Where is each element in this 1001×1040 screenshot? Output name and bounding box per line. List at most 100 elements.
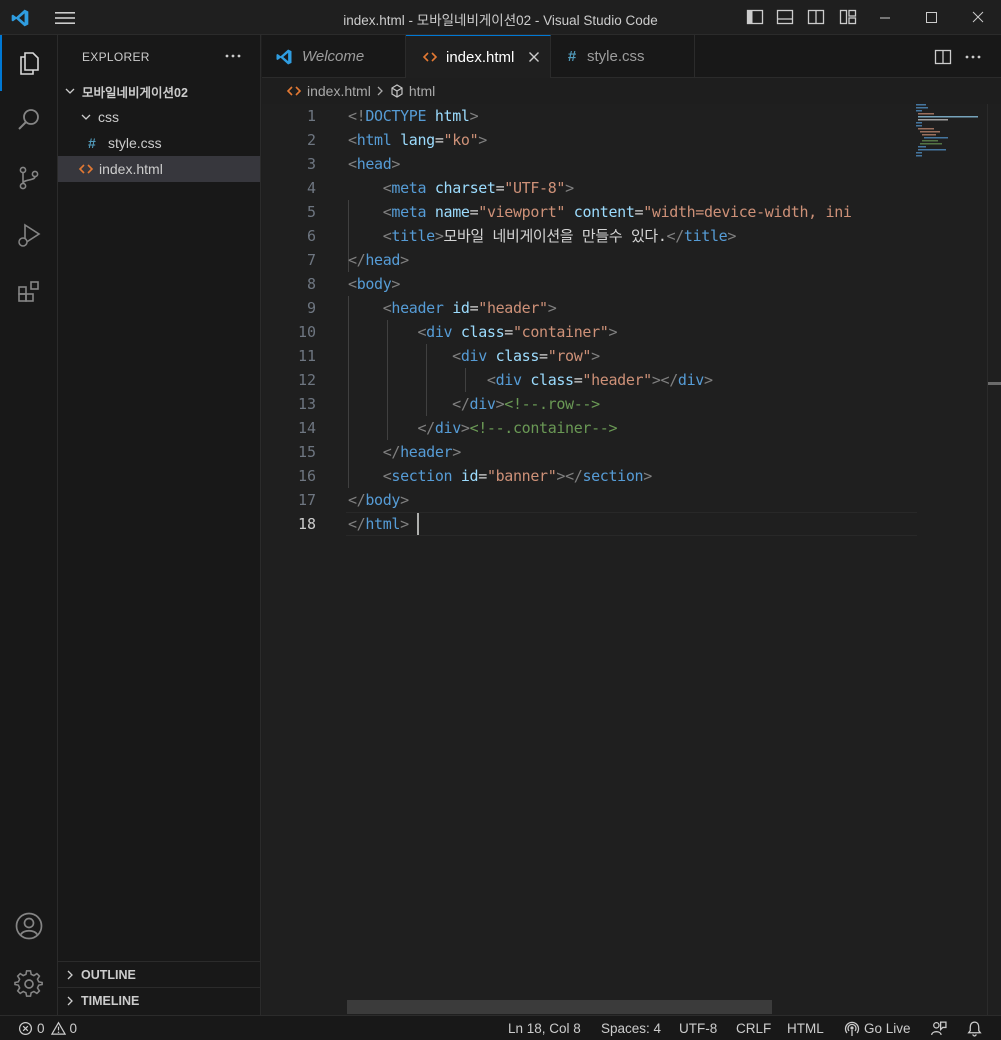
code-line[interactable]: <body> [348,272,916,296]
minimap[interactable] [916,104,986,164]
line-number: 16 [297,467,316,485]
folder-css[interactable]: css [58,104,260,130]
activity-run-debug[interactable] [0,207,58,263]
broadcast-icon [844,1021,860,1036]
close-window-icon[interactable] [955,0,1001,35]
folder-css-label: css [98,109,119,125]
tab-index-html[interactable]: index.html [406,35,551,78]
code-token: head [365,251,401,269]
more-actions-icon[interactable] [963,47,983,67]
html-icon [78,164,94,174]
close-tab-icon[interactable] [526,49,542,65]
file-style-css[interactable]: # style.css [58,130,260,156]
source-control-icon [19,166,39,190]
split-editor-icon[interactable] [933,47,953,67]
code-token: = [469,299,479,317]
activity-source-control[interactable] [0,150,58,206]
code-token: "container" [512,323,609,341]
toggle-secondary-sidebar-icon[interactable] [806,7,826,27]
timeline-section[interactable]: TIMELINE [58,987,260,1013]
code-line[interactable]: </body> [348,488,916,512]
horizontal-scrollbar[interactable] [347,1000,772,1014]
notifications-bell-icon[interactable] [966,1020,983,1037]
maximize-icon[interactable] [908,0,954,35]
code-line[interactable]: <div class="container"> [348,320,916,344]
code-token: </ [382,443,401,461]
outline-section[interactable]: OUTLINE [58,961,260,987]
indentation[interactable]: Spaces: 4 [601,1020,661,1037]
tab-style-css[interactable]: # style.css [551,35,695,78]
code-line[interactable]: </div><!--.container--> [348,416,916,440]
vertical-scrollbar[interactable] [987,104,1001,1015]
go-live-button[interactable]: Go Live [844,1020,911,1037]
problems-indicator[interactable]: 0 0 [18,1020,77,1037]
code-token: div [469,395,496,413]
cursor-position[interactable]: Ln 18, Col 8 [508,1020,581,1037]
editor-tab-bar: Welcome index.html # style.css [262,35,1001,78]
code-token: < [348,131,357,149]
explorer-header: EXPLORER [58,35,261,79]
feedback-icon[interactable] [930,1020,947,1037]
code-line[interactable]: <div class="header"></div> [348,368,916,392]
account-icon [15,912,43,940]
customize-layout-icon[interactable] [838,7,858,27]
code-line[interactable]: <meta name="viewport" content="width=dev… [348,200,916,224]
code-token: "header" [478,299,548,317]
breadcrumb-file[interactable]: index.html [307,83,371,99]
line-number: 15 [297,443,316,461]
end-of-line[interactable]: CRLF [736,1020,771,1037]
code-line[interactable]: <title>모바일 네비게이션을 만들수 있다.</title> [348,224,916,248]
code-line[interactable]: <header id="header"> [348,296,916,320]
line-number: 6 [306,227,316,245]
encoding[interactable]: UTF-8 [679,1020,717,1037]
code-token: div [495,371,522,389]
activity-accounts[interactable] [0,898,58,954]
code-line[interactable]: </div><!--.row--> [348,392,916,416]
code-line[interactable]: </header> [348,440,916,464]
hamburger-menu-icon[interactable] [54,9,76,27]
code-line[interactable]: <div class="row"> [348,344,916,368]
toggle-panel-icon[interactable] [775,7,795,27]
symbol-element-icon [391,84,403,98]
code-line[interactable]: </html> [348,512,916,536]
code-token: "banner" [486,467,557,485]
code-line[interactable]: <section id="banner"></section> [348,464,916,488]
activity-manage[interactable] [0,956,58,1012]
activity-search[interactable] [0,92,58,148]
code-token: header [400,443,453,461]
code-token: title [391,227,435,245]
code-token: > [547,299,557,317]
code-token: = [539,347,548,365]
activity-extensions[interactable] [0,265,58,321]
code-token: html [434,107,470,125]
code-token: > [608,323,618,341]
code-line[interactable]: <!DOCTYPE html> [348,104,916,128]
code-line[interactable]: <head> [348,152,916,176]
tab-welcome[interactable]: Welcome [262,35,406,78]
code-token: = [434,131,444,149]
language-mode[interactable]: HTML [787,1020,824,1037]
toggle-primary-sidebar-icon[interactable] [745,7,765,27]
minimize-icon[interactable] [862,0,908,35]
file-index-html[interactable]: index.html [58,156,260,182]
code-line[interactable]: </head> [348,248,916,272]
code-token: DOCTYPE [365,107,427,125]
code-token: <!--.row--> [504,395,600,413]
code-token: class [530,371,574,389]
code-editor[interactable]: 1 2 3 4 5 6 7 8 9 10 11 12 13 14 15 16 17 18 <!DOCTYPE ht… [262,104,1001,1015]
outline-label: OUTLINE [81,967,136,982]
more-actions-icon[interactable] [223,46,243,66]
breadcrumb-symbol[interactable]: html [409,83,435,99]
workspace-folder[interactable]: 모바일네비게이션02 [58,78,260,104]
code-line[interactable]: <html lang="ko"> [348,128,916,152]
code-line[interactable]: <meta charset="UTF-8"> [348,176,916,200]
code-token: > [469,107,479,125]
code-token: ></ [651,371,678,389]
code-token: > [400,251,409,269]
activity-explorer[interactable] [0,35,58,91]
code-token: body [356,275,392,293]
warning-icon [50,1021,66,1035]
